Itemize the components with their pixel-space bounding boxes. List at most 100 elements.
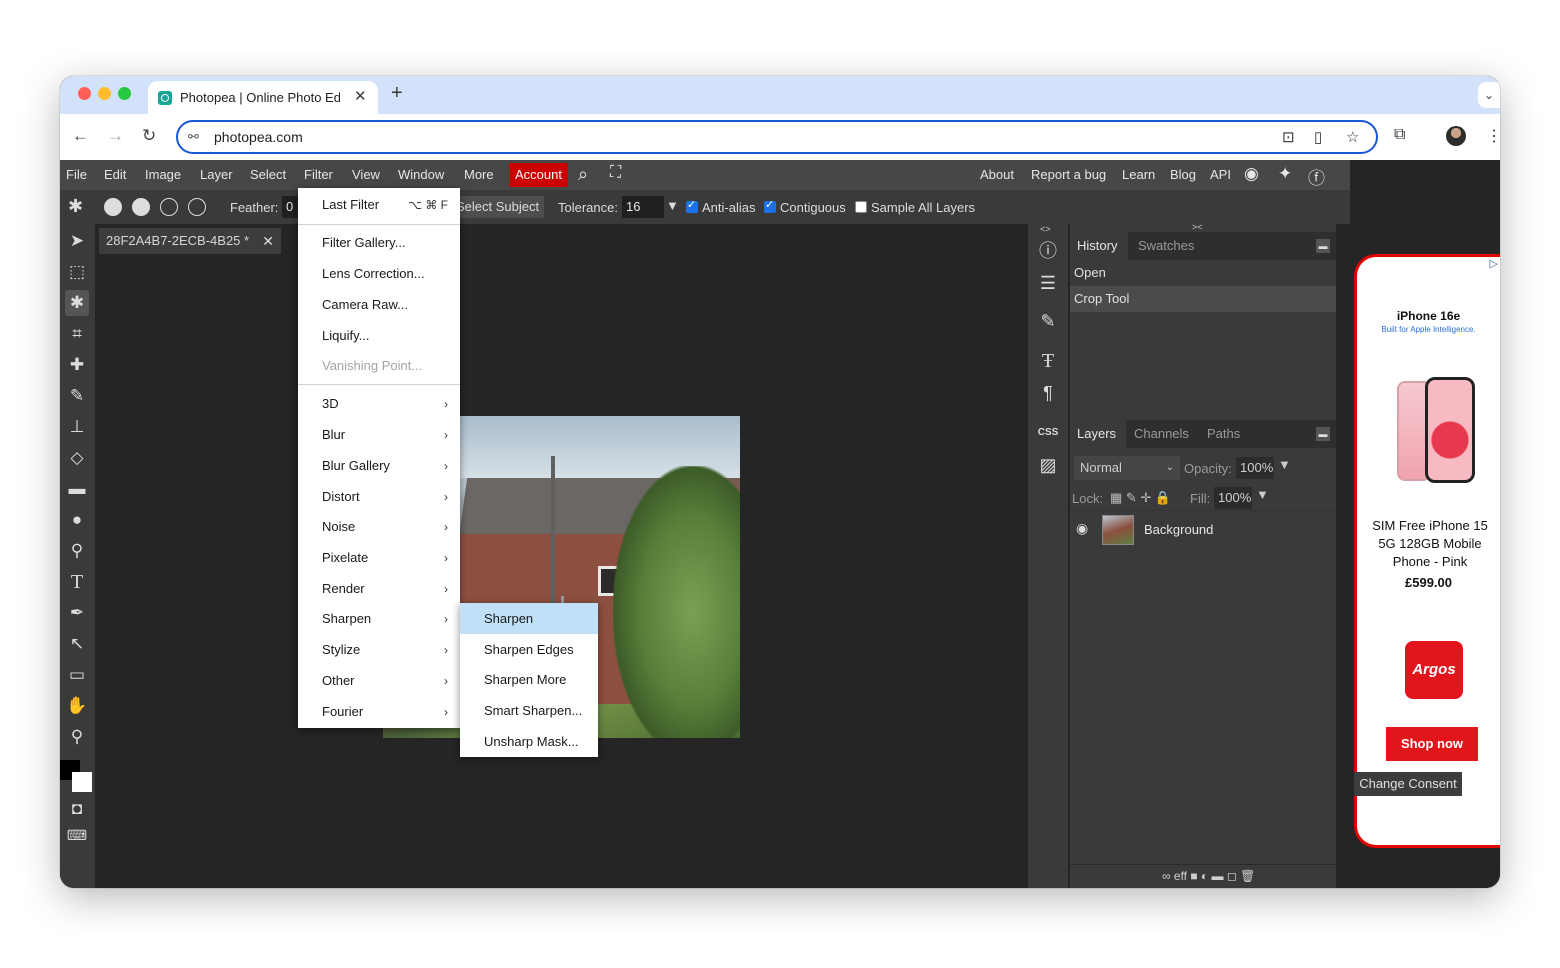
submenu-item-sharpen[interactable]: Sharpen bbox=[460, 603, 598, 634]
browser-menu-icon[interactable]: ⋮ bbox=[1486, 126, 1500, 146]
blend-mode-select[interactable]: Normal ⌄ bbox=[1074, 456, 1180, 480]
link-learn[interactable]: Learn bbox=[1122, 167, 1155, 182]
menu-layer[interactable]: Layer bbox=[200, 167, 233, 182]
brush-settings-icon[interactable]: ✎ bbox=[1036, 308, 1060, 334]
healing-tool-icon[interactable]: ✚ bbox=[65, 352, 89, 378]
close-window-button[interactable] bbox=[78, 87, 91, 100]
brush-tool-icon[interactable]: ✎ bbox=[65, 383, 89, 409]
zoom-tool-icon[interactable]: ⚲ bbox=[65, 724, 89, 750]
select-subject-button[interactable]: Select Subject bbox=[450, 196, 544, 218]
menu-more[interactable]: More bbox=[464, 167, 494, 182]
submenu-item-sharpen-edges[interactable]: Sharpen Edges bbox=[460, 634, 598, 665]
document-close-icon[interactable]: ✕ bbox=[262, 228, 274, 254]
magic-wand-icon[interactable]: ✱ bbox=[68, 196, 83, 217]
css-icon[interactable]: CSS bbox=[1036, 420, 1060, 446]
menu-item-lens-correction[interactable]: Lens Correction... bbox=[298, 259, 460, 289]
search-icon[interactable]: ⌕ bbox=[578, 164, 588, 185]
contiguous-checkbox[interactable] bbox=[764, 198, 776, 213]
menu-select[interactable]: Select bbox=[250, 167, 286, 182]
opacity-input[interactable]: 100% bbox=[1236, 457, 1274, 479]
advertisement[interactable]: ▷ iPhone 16e Built for Apple Intelligenc… bbox=[1354, 254, 1500, 848]
menu-window[interactable]: Window bbox=[398, 167, 444, 182]
shape-tool-icon[interactable]: ▭ bbox=[65, 662, 89, 688]
info-icon[interactable]: ⓘ bbox=[1036, 238, 1060, 264]
menu-item-noise[interactable]: Noise › bbox=[298, 512, 460, 542]
tab-history[interactable]: History bbox=[1077, 238, 1117, 253]
menu-item-stylize[interactable]: Stylize › bbox=[298, 635, 460, 665]
dodge-tool-icon[interactable]: ⚲ bbox=[65, 538, 89, 564]
menu-item-liquify[interactable]: Liquify... bbox=[298, 321, 460, 351]
maximize-window-button[interactable] bbox=[118, 87, 131, 100]
menu-item-blur-gallery[interactable]: Blur Gallery › bbox=[298, 451, 460, 481]
selection-new-icon[interactable] bbox=[104, 198, 122, 216]
submenu-item-unsharp-mask[interactable]: Unsharp Mask... bbox=[460, 726, 598, 757]
layers-panel-menu-icon[interactable]: ▬ bbox=[1316, 427, 1330, 441]
tab-layers[interactable]: Layers bbox=[1077, 426, 1116, 441]
pen-tool-icon[interactable]: ✒ bbox=[65, 600, 89, 626]
forward-arrow-icon[interactable]: → bbox=[107, 126, 124, 146]
quick-mask-icon[interactable]: ◘ bbox=[65, 796, 89, 822]
menu-item-pixelate[interactable]: Pixelate › bbox=[298, 543, 460, 573]
menu-item-camera-raw[interactable]: Camera Raw... bbox=[298, 290, 460, 320]
page-icon[interactable]: ▯ bbox=[1314, 128, 1322, 146]
facebook-icon[interactable]: ⓕ bbox=[1308, 164, 1325, 189]
keyboard-icon[interactable]: ⌨ bbox=[65, 822, 89, 848]
menu-item-3d[interactable]: 3D › bbox=[298, 389, 460, 419]
browser-tab-photopea[interactable]: Photopea | Online Photo Editor ✕ bbox=[148, 81, 378, 114]
anti-alias-checkbox[interactable] bbox=[686, 198, 698, 213]
history-panel-menu-icon[interactable]: ▬ bbox=[1316, 239, 1330, 253]
shop-now-button[interactable]: Shop now bbox=[1386, 727, 1478, 761]
image-icon[interactable]: ▨ bbox=[1036, 452, 1060, 478]
tolerance-input[interactable]: 16 bbox=[622, 196, 664, 218]
link-about[interactable]: About bbox=[980, 167, 1014, 182]
sample-all-layers-checkbox[interactable] bbox=[855, 201, 867, 213]
lock-icons[interactable]: ▦ ✎ ✛ 🔒 bbox=[1110, 490, 1171, 506]
menu-item-blur[interactable]: Blur › bbox=[298, 420, 460, 450]
reload-icon[interactable]: ↻ bbox=[142, 126, 156, 146]
type-tool-icon[interactable]: T bbox=[65, 569, 89, 595]
menu-file[interactable]: File bbox=[66, 167, 87, 182]
character-icon[interactable]: Ŧ bbox=[1036, 348, 1060, 374]
selection-subtract-icon[interactable] bbox=[160, 198, 178, 216]
layers-footer-icons[interactable]: ∞ eff ■ ◐ ▬ ◻ 🗑 bbox=[1162, 869, 1255, 883]
link-blog[interactable]: Blog bbox=[1170, 167, 1196, 182]
fullscreen-icon[interactable]: ⛶ bbox=[610, 164, 621, 182]
layer-row-background[interactable]: ◉ Background bbox=[1070, 510, 1336, 548]
twitter-icon[interactable]: ✦ bbox=[1278, 164, 1292, 184]
menu-item-last-filter[interactable]: Last Filter ⌥ ⌘ F bbox=[298, 190, 460, 220]
history-row-open[interactable]: Open bbox=[1070, 260, 1336, 286]
back-arrow-icon[interactable]: ← bbox=[72, 126, 89, 146]
stamp-tool-icon[interactable]: ⊥ bbox=[65, 414, 89, 440]
collapse-panels-icon[interactable]: >< bbox=[1192, 222, 1203, 232]
eraser-tool-icon[interactable]: ◇ bbox=[65, 445, 89, 471]
menu-item-other[interactable]: Other › bbox=[298, 666, 460, 696]
menu-item-fourier[interactable]: Fourier › bbox=[298, 697, 460, 727]
blur-tool-icon[interactable]: ● bbox=[65, 507, 89, 533]
menu-image[interactable]: Image bbox=[145, 167, 181, 182]
menu-item-render[interactable]: Render › bbox=[298, 574, 460, 604]
tolerance-dropdown-icon[interactable]: ▼ bbox=[666, 198, 679, 213]
hand-tool-icon[interactable]: ✋ bbox=[65, 693, 89, 719]
menu-item-sharpen[interactable]: Sharpen › bbox=[298, 604, 460, 634]
minimize-window-button[interactable] bbox=[98, 87, 111, 100]
link-api[interactable]: API bbox=[1210, 167, 1231, 182]
opacity-dropdown-icon[interactable]: ▼ bbox=[1278, 457, 1291, 472]
reddit-icon[interactable]: ◉ bbox=[1244, 164, 1259, 184]
fill-dropdown-icon[interactable]: ▼ bbox=[1256, 487, 1269, 502]
paragraph-icon[interactable]: ¶ bbox=[1036, 380, 1060, 406]
gradient-tool-icon[interactable]: ▬ bbox=[65, 476, 89, 502]
menu-edit[interactable]: Edit bbox=[104, 167, 126, 182]
ad-choices-icon[interactable]: ▷ bbox=[1490, 257, 1498, 270]
marquee-tool-icon[interactable]: ⬚ bbox=[65, 259, 89, 285]
menu-item-distort[interactable]: Distort › bbox=[298, 482, 460, 512]
link-report-bug[interactable]: Report a bug bbox=[1031, 167, 1106, 182]
path-select-tool-icon[interactable]: ↖ bbox=[65, 631, 89, 657]
new-tab-button[interactable]: + bbox=[391, 82, 403, 105]
profile-avatar[interactable] bbox=[1446, 126, 1466, 146]
adjustments-icon[interactable]: ☰ bbox=[1036, 270, 1060, 296]
site-info-icon[interactable]: ⚯ bbox=[188, 129, 199, 145]
account-button[interactable]: Account bbox=[509, 163, 568, 187]
tab-swatches[interactable]: Swatches bbox=[1138, 238, 1194, 253]
move-tool-icon[interactable]: ➤ bbox=[65, 228, 89, 254]
tab-close-icon[interactable]: ✕ bbox=[354, 87, 367, 105]
